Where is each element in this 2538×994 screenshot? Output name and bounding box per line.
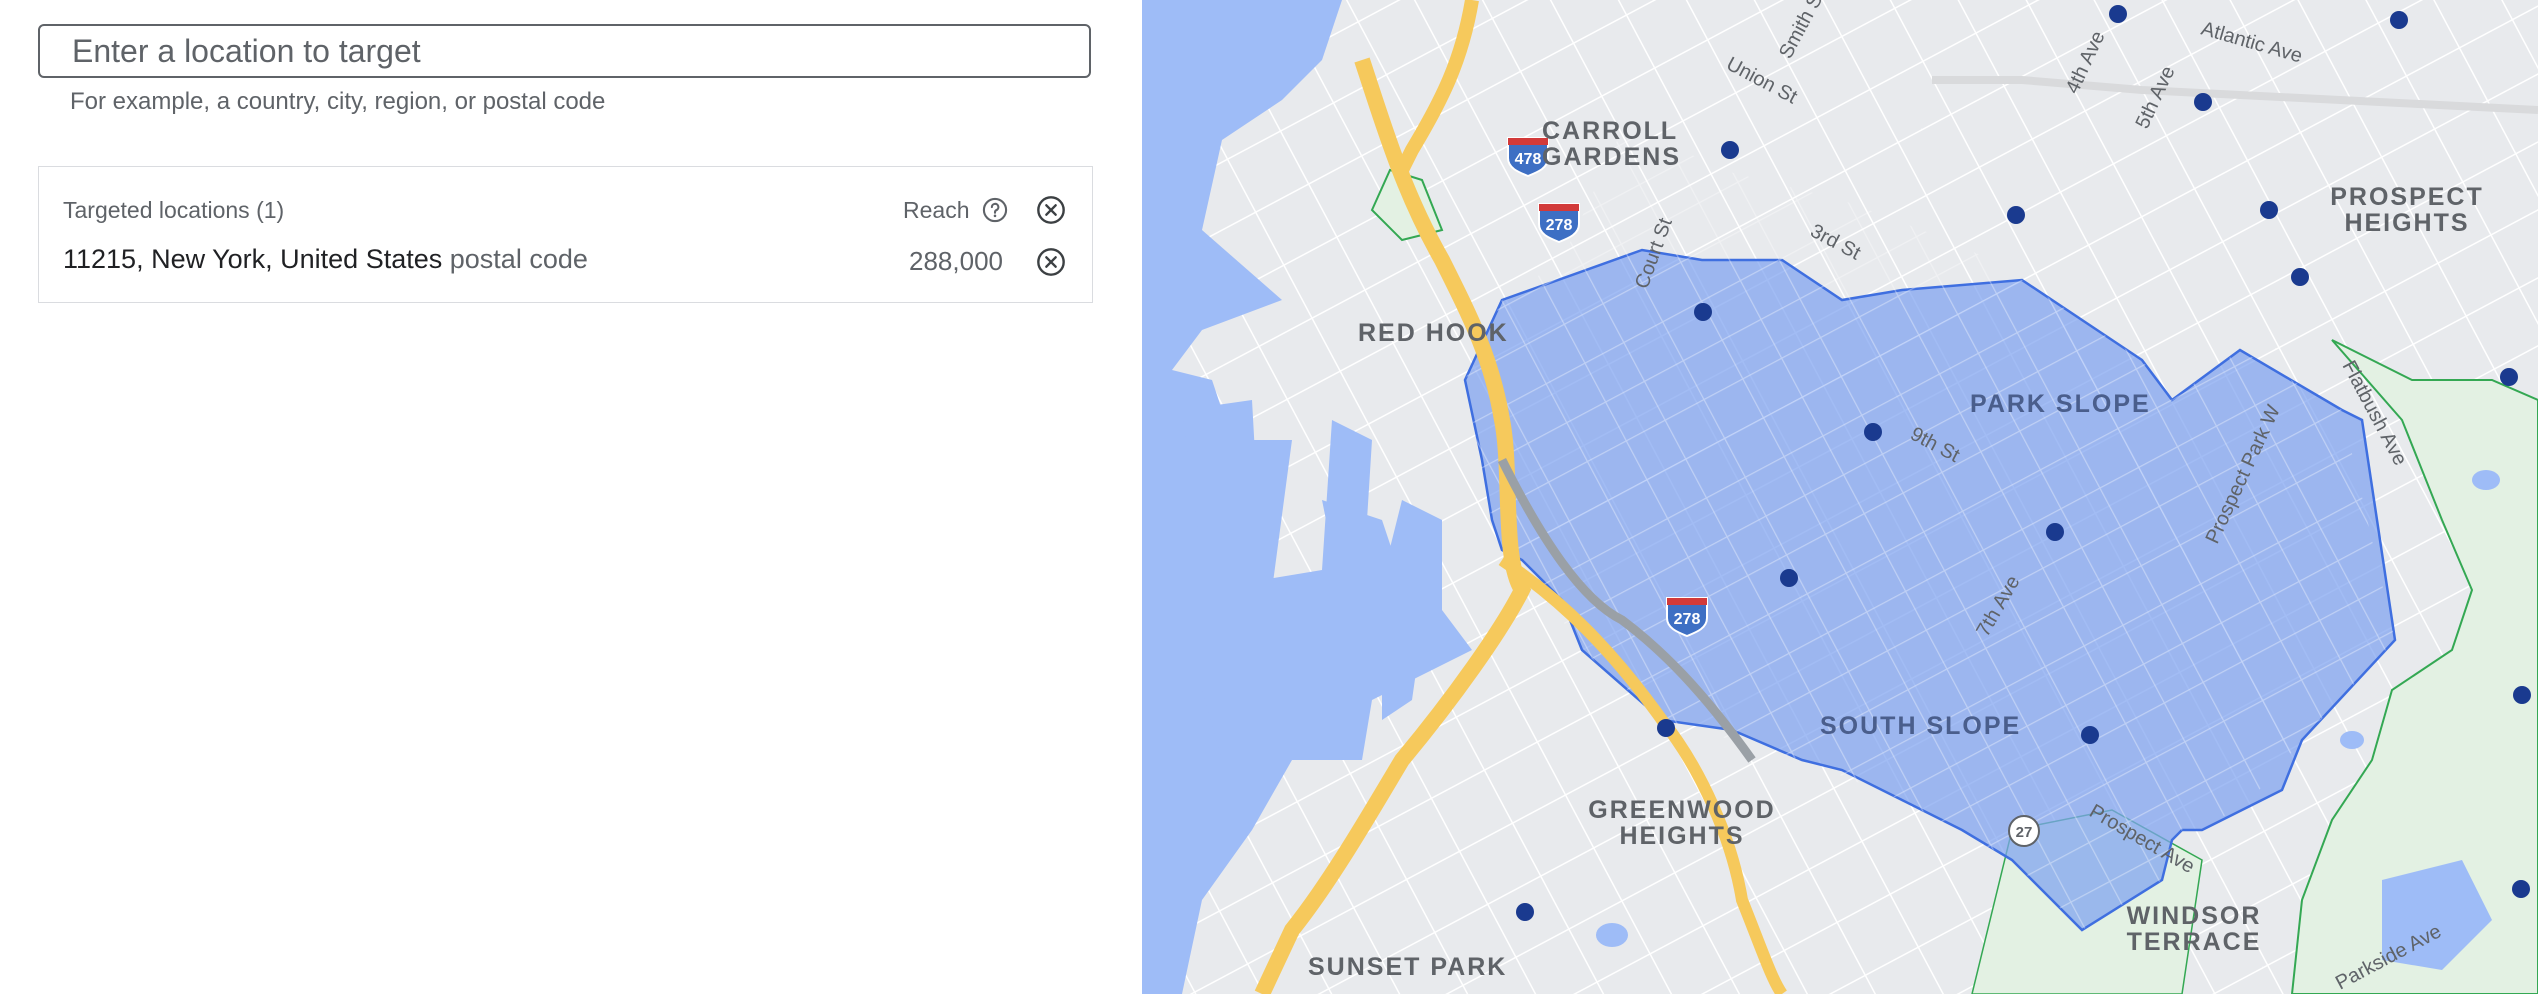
help-icon[interactable] <box>979 194 1011 226</box>
map-label-carroll-gardens: CARROLL GARDENS <box>1542 117 1682 171</box>
park-pond <box>2340 731 2364 749</box>
prospect-heights-name: PROSPECT HEIGHTS <box>2330 183 2484 237</box>
map-canvas[interactable]: Atlantic Ave Union St 4th Ave 5th Ave Co… <box>1142 0 2538 994</box>
location-name: 11215, New York, United States <box>63 244 443 274</box>
subway-station-icon <box>1864 423 1882 441</box>
reach-label: Reach <box>903 196 970 223</box>
location-type: postal code <box>449 244 588 274</box>
subway-station-icon <box>1694 303 1712 321</box>
shield-27: 27 <box>2008 815 2040 847</box>
location-reach: 288,000 <box>909 246 1003 276</box>
subway-station-icon <box>2194 93 2212 111</box>
subway-station-icon <box>1657 719 1675 737</box>
subway-station-icon <box>2046 523 2064 541</box>
carroll-gardens-name: CARROLL GARDENS <box>1542 117 1682 171</box>
subway-station-icon <box>1516 903 1534 921</box>
map-view[interactable]: Atlantic Ave Union St 4th Ave 5th Ave Co… <box>1142 0 2538 994</box>
targeted-locations-header: Targeted locations (1) <box>63 197 285 223</box>
subway-station-icon <box>1721 141 1739 159</box>
subway-station-icon <box>2512 880 2530 898</box>
subway-station-icon <box>2513 686 2531 704</box>
park-pond-2 <box>2472 470 2500 490</box>
location-search-input[interactable] <box>40 26 1089 76</box>
left-panel: For example, a country, city, region, or… <box>0 0 1142 994</box>
shield-478-label: 478 <box>1515 151 1542 168</box>
shield-278-south-label: 278 <box>1674 611 1701 628</box>
windsor-terrace-name: WINDSOR TERRACE <box>2126 902 2262 956</box>
map-label-sunset-park: SUNSET PARK <box>1308 953 1508 981</box>
shield-278-north: 278 <box>1538 203 1580 244</box>
subway-station-icon <box>2081 726 2099 744</box>
reach-header: Reach <box>903 194 1011 226</box>
map-label-greenwood-heights: GREENWOOD HEIGHTS <box>1587 797 1777 849</box>
shield-278-south: 278 <box>1666 597 1708 638</box>
subway-station-icon <box>2109 5 2127 23</box>
map-label-prospect-heights: PROSPECT HEIGHTS <box>2322 184 2492 236</box>
subway-station-icon <box>2500 368 2518 386</box>
subway-station-icon <box>2260 201 2278 219</box>
cemetery-pond <box>1596 923 1628 947</box>
shield-278-north-label: 278 <box>1546 217 1573 234</box>
remove-location-icon[interactable] <box>1035 246 1067 278</box>
map-label-park-slope: PARK SLOPE <box>1970 390 2151 418</box>
map-label-red-hook: RED HOOK <box>1358 319 1509 347</box>
subway-station-icon <box>1780 569 1798 587</box>
map-label-windsor-terrace: WINDSOR TERRACE <box>2124 903 2264 955</box>
remove-all-icon[interactable] <box>1035 194 1067 226</box>
search-helper-text: For example, a country, city, region, or… <box>70 88 606 115</box>
map-label-south-slope: SOUTH SLOPE <box>1820 712 2022 740</box>
shield-27-label: 27 <box>2016 824 2033 841</box>
greenwood-heights-name: GREENWOOD HEIGHTS <box>1588 796 1776 850</box>
subway-station-icon <box>2291 268 2309 286</box>
subway-station-icon <box>2390 11 2408 29</box>
location-search-box[interactable] <box>38 24 1091 78</box>
targeted-location-row: 11215, New York, United States postal co… <box>63 244 588 275</box>
subway-station-icon <box>2007 206 2025 224</box>
targeted-locations-card: Targeted locations (1) Reach 11215, New … <box>38 166 1093 303</box>
